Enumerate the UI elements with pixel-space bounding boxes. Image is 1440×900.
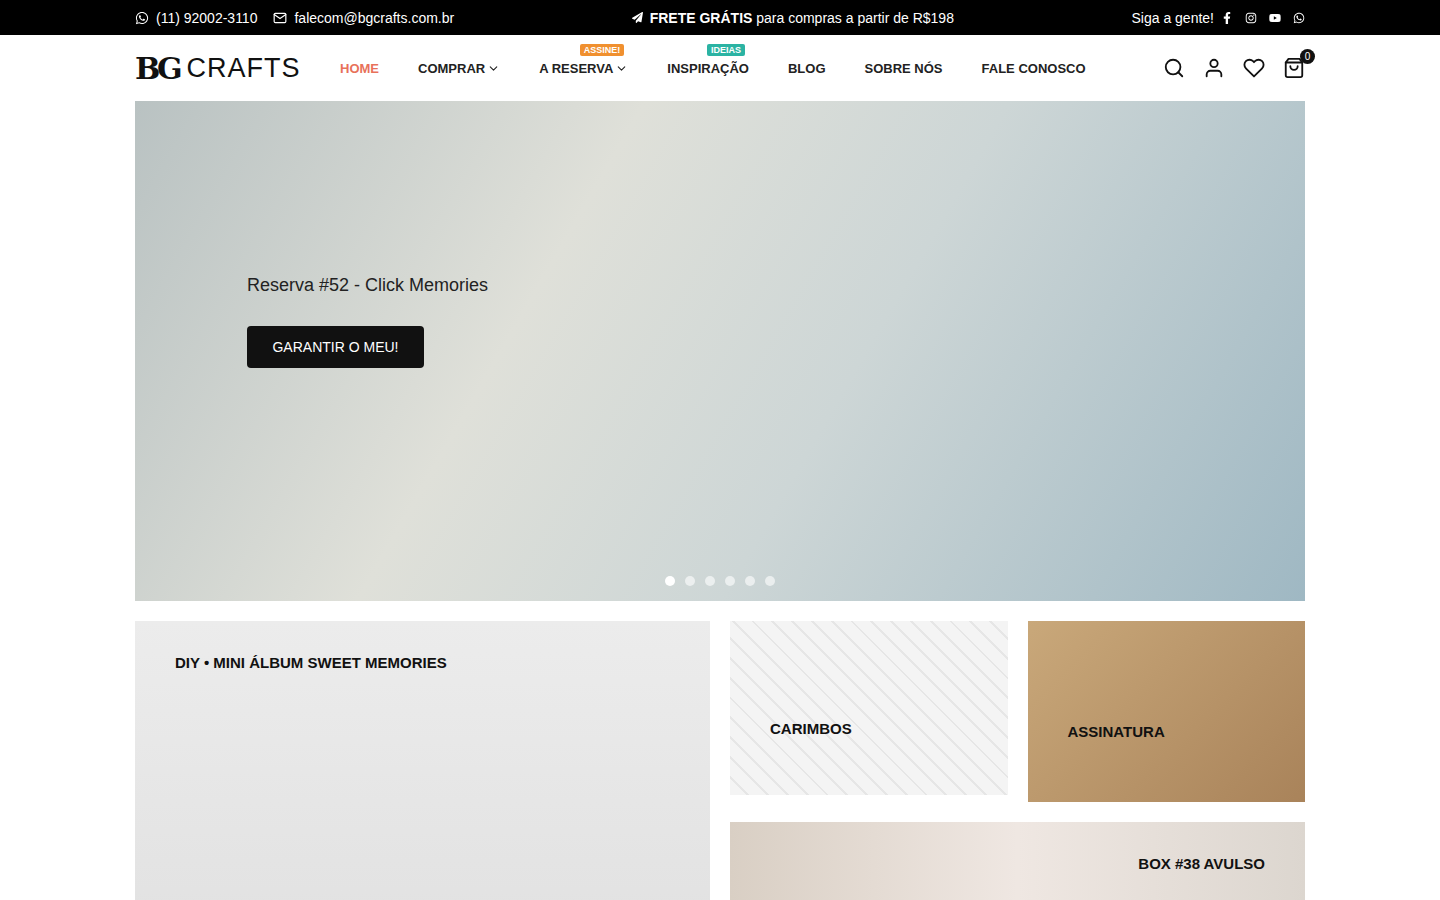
slider-dot[interactable]	[725, 576, 735, 586]
nav-item[interactable]: FALE CONOSCO	[982, 61, 1086, 76]
search-icon[interactable]	[1163, 57, 1185, 79]
category-tile[interactable]: ASSINATURA	[1028, 621, 1306, 802]
phone[interactable]: (11) 92002-3110	[135, 10, 257, 26]
facebook-icon[interactable]	[1221, 12, 1233, 24]
nav-item[interactable]: IDEIASINSPIRAÇÃO	[667, 61, 749, 76]
feature-card[interactable]: DIY • MINI ÁLBUM SWEET MEMORIES	[135, 621, 710, 900]
slider-dot[interactable]	[765, 576, 775, 586]
hero-slider: Reserva #52 - Click Memories GARANTIR O M…	[135, 101, 1305, 601]
user-icon[interactable]	[1203, 57, 1225, 79]
navbar: BGCRAFTSHOME COMPRAR ASSINE!A RESERVA IDEIA…	[135, 35, 1305, 101]
email[interactable]: falecom@bgcrafts.com.br	[273, 10, 454, 26]
nav-item[interactable]: COMPRAR	[418, 61, 500, 76]
nav-badge: ASSINE!	[580, 44, 625, 56]
whatsapp-icon[interactable]	[1293, 12, 1305, 24]
hero-button[interactable]: GARANTIR O MEU!	[247, 326, 424, 368]
cart-count: 0	[1300, 49, 1315, 64]
whatsapp-icon	[135, 11, 149, 25]
mail-icon	[273, 11, 287, 25]
top-bar: (11) 92002-3110 falecom@bgcrafts.com.br FR…	[0, 0, 1440, 35]
chevron-down-icon	[615, 62, 628, 75]
cart[interactable]: 0	[1283, 57, 1305, 79]
follow: Siga a gente!	[1131, 10, 1305, 26]
instagram-icon[interactable]	[1245, 12, 1257, 24]
nav-item[interactable]: BLOG	[788, 61, 826, 76]
slider-dot[interactable]	[685, 576, 695, 586]
slider-dot[interactable]	[745, 576, 755, 586]
nav-item[interactable]: HOME	[340, 61, 379, 76]
logo[interactable]: BGCRAFTS	[135, 51, 340, 86]
youtube-icon[interactable]	[1269, 12, 1281, 24]
slider-dot[interactable]	[705, 576, 715, 586]
banner-card[interactable]: BOX #38 AVULSO	[730, 822, 1305, 900]
chevron-down-icon	[487, 62, 500, 75]
heart-icon[interactable]	[1243, 57, 1265, 79]
hero-title: Reserva #52 - Click Memories	[247, 275, 1305, 296]
nav-item[interactable]: SOBRE NÓS	[865, 61, 943, 76]
promo: FRETE GRÁTIS para compras a partir de R$…	[632, 10, 954, 26]
nav-badge: IDEIAS	[707, 44, 745, 56]
send-icon	[632, 12, 643, 23]
category-tile[interactable]: CARIMBOS	[730, 621, 1008, 795]
slider-dot[interactable]	[665, 576, 675, 586]
nav-item[interactable]: ASSINE!A RESERVA	[539, 61, 628, 76]
